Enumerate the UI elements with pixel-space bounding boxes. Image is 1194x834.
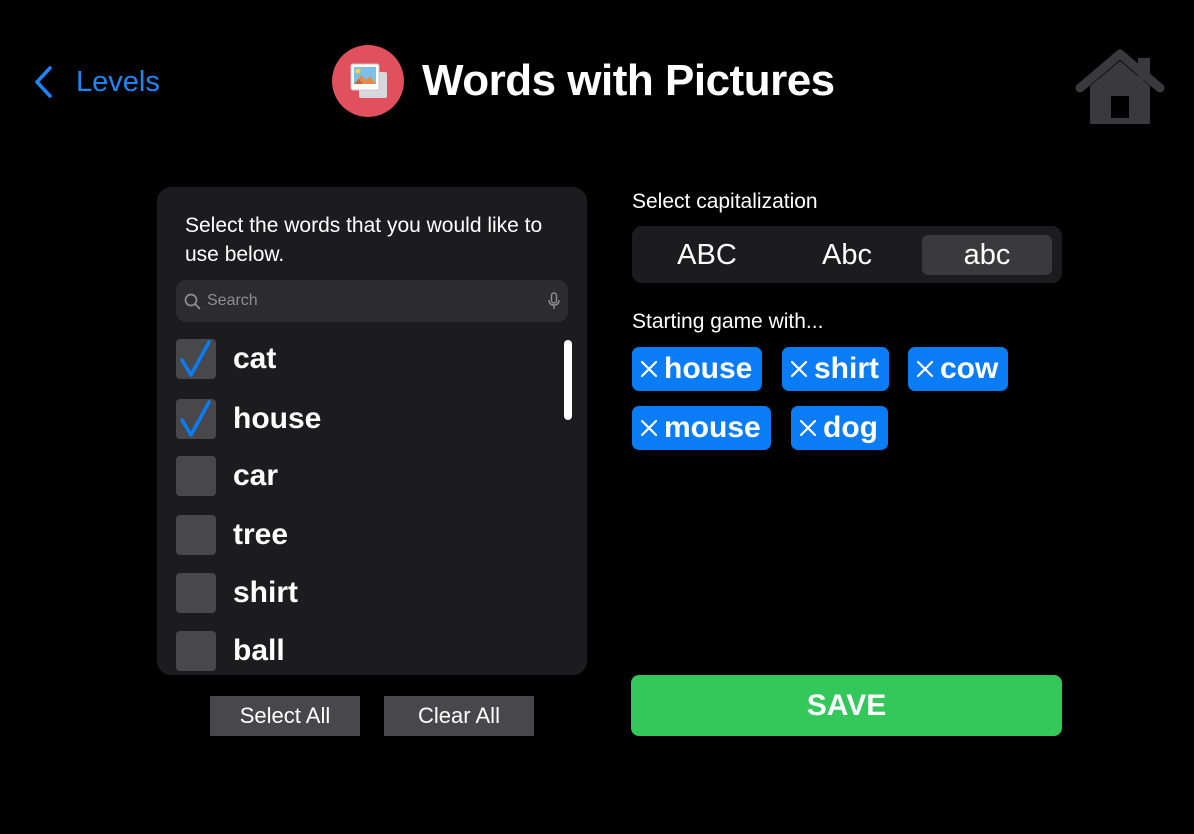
word-label: car xyxy=(233,459,279,492)
back-label: Levels xyxy=(76,65,160,98)
chip-label: cow xyxy=(940,352,999,385)
word-list-scrollbar[interactable] xyxy=(564,340,572,420)
chevron-left-icon xyxy=(32,65,54,99)
chip-label: mouse xyxy=(664,411,761,444)
home-icon xyxy=(1074,49,1166,132)
word-checkbox[interactable] xyxy=(176,456,216,496)
word-chip-dog[interactable]: dog xyxy=(791,406,888,450)
back-button[interactable]: Levels xyxy=(32,62,160,102)
chip-label: dog xyxy=(823,411,878,444)
checkmark-icon xyxy=(180,340,211,377)
capitalization-option-upper[interactable]: ABC xyxy=(642,235,772,275)
word-row-car[interactable]: car xyxy=(176,456,278,496)
search-input[interactable] xyxy=(207,292,548,310)
capitalization-segmented-control: ABC Abc abc xyxy=(632,226,1062,283)
word-checkbox[interactable] xyxy=(176,631,216,671)
remove-icon xyxy=(640,360,658,378)
clear-all-button[interactable]: Clear All xyxy=(384,696,534,736)
checkmark-icon xyxy=(180,400,211,437)
word-row-ball[interactable]: ball xyxy=(176,631,285,671)
capitalization-option-title[interactable]: Abc xyxy=(782,235,912,275)
word-selection-panel: Select the words that you would like to … xyxy=(157,187,587,675)
page-title: Words with Pictures xyxy=(422,56,835,105)
word-chip-house[interactable]: house xyxy=(632,347,763,391)
word-label: tree xyxy=(233,518,289,551)
word-checkbox[interactable] xyxy=(176,573,216,613)
word-label: shirt xyxy=(233,576,299,609)
word-label: house xyxy=(233,402,322,435)
word-chip-mouse[interactable]: mouse xyxy=(632,406,771,450)
words-with-pictures-screen: Levels Words with Pictures Select the wo… xyxy=(0,0,1194,834)
word-checkbox[interactable] xyxy=(176,339,216,379)
capitalization-label: Select capitalization xyxy=(632,190,818,213)
microphone-icon[interactable] xyxy=(548,292,560,310)
remove-icon xyxy=(916,360,934,378)
word-checkbox[interactable] xyxy=(176,515,216,555)
select-all-button[interactable]: Select All xyxy=(210,696,360,736)
chip-label: shirt xyxy=(814,352,880,385)
word-row-house[interactable]: house xyxy=(176,399,321,439)
word-label: cat xyxy=(233,342,277,375)
remove-icon xyxy=(799,419,817,437)
photos-icon xyxy=(332,45,404,117)
save-button[interactable]: SAVE xyxy=(631,675,1062,736)
panel-instructions: Select the words that you would like to … xyxy=(185,214,543,266)
search-icon xyxy=(184,293,201,310)
word-chip-cow[interactable]: cow xyxy=(908,347,1009,391)
remove-icon xyxy=(640,419,658,437)
word-checkbox[interactable] xyxy=(176,399,216,439)
chip-label: house xyxy=(664,352,753,385)
word-chip-shirt[interactable]: shirt xyxy=(782,347,890,391)
search-bar[interactable] xyxy=(176,280,568,322)
word-row-tree[interactable]: tree xyxy=(176,515,288,555)
word-row-cat[interactable]: cat xyxy=(176,339,276,379)
home-button[interactable] xyxy=(1074,48,1166,128)
starting-game-label: Starting game with... xyxy=(632,310,824,333)
word-label: ball xyxy=(233,634,285,667)
title-bar: Words with Pictures xyxy=(332,45,835,117)
remove-icon xyxy=(790,360,808,378)
capitalization-option-lower[interactable]: abc xyxy=(922,235,1052,275)
word-row-shirt[interactable]: shirt xyxy=(176,573,298,613)
